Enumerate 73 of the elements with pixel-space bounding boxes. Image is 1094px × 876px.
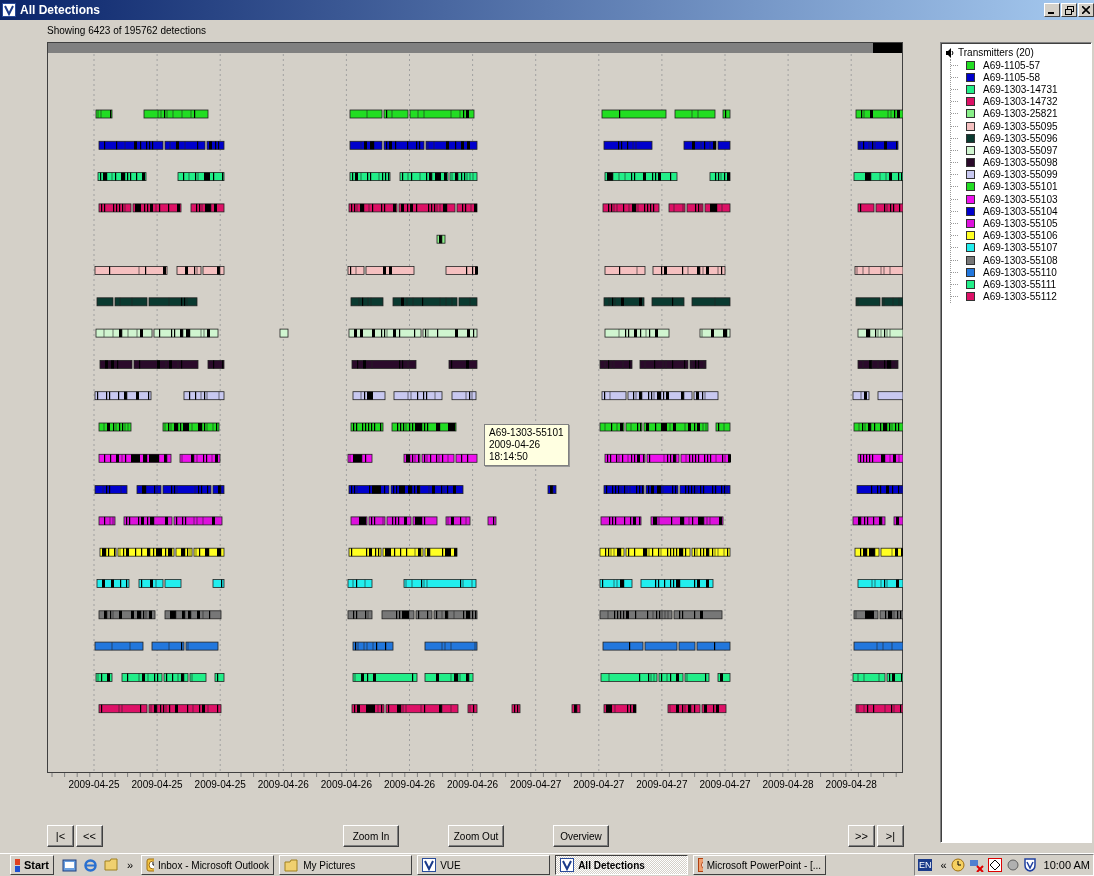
shield-icon[interactable] — [1023, 858, 1036, 872]
window-title: All Detections — [20, 3, 101, 17]
navigation-button[interactable]: >> — [848, 825, 875, 847]
navigation-button[interactable]: |< — [47, 825, 74, 847]
tree-item[interactable]: A69-1303-55110 — [983, 266, 1057, 278]
tree-item[interactable]: A69-1303-55097 — [983, 144, 1058, 156]
axis-label: 2009-04-26 — [257, 779, 309, 790]
axis-label: 2009-04-27 — [510, 779, 562, 790]
tree-item[interactable]: A69-1303-55112 — [983, 291, 1057, 303]
tree-item[interactable]: A69-1303-55095 — [983, 120, 1058, 132]
clock-time: 10:00 AM — [1043, 859, 1090, 871]
tree-item[interactable]: A69-1303-14731 — [983, 83, 1058, 95]
action-button[interactable]: Zoom Out — [448, 825, 504, 847]
tree-item[interactable]: A69-1303-55105 — [983, 218, 1058, 230]
tree-item[interactable]: A69-1105-58 — [983, 71, 1041, 83]
start-button[interactable]: Start — [10, 855, 54, 875]
tree-item[interactable]: A69-1303-55096 — [983, 132, 1058, 144]
app-logo-icon — [422, 858, 437, 872]
taskbar-button[interactable]: My Pictures — [279, 855, 413, 875]
tree-item[interactable]: A69-1303-55107 — [983, 242, 1058, 254]
tree-item[interactable]: A69-1303-55101 — [983, 181, 1058, 193]
tree-item[interactable]: A69-1303-55111 — [983, 278, 1057, 290]
tree-title[interactable]: Transmitters (20) — [958, 47, 1034, 58]
minimize-button[interactable] — [1044, 3, 1060, 17]
presentation-icon — [698, 858, 703, 872]
overflow-chevron[interactable]: » — [127, 859, 134, 871]
axis-label: 2009-04-25 — [194, 779, 246, 790]
axis-label: 2009-04-28 — [825, 779, 877, 790]
restore-icon — [1064, 5, 1074, 15]
app-logo-icon — [2, 3, 16, 17]
tree-item[interactable]: A69-1105-57 — [983, 59, 1041, 71]
taskbar-button[interactable]: All Detections — [555, 855, 689, 875]
flag-icon — [15, 858, 20, 872]
expand-tray[interactable]: « — [940, 859, 947, 871]
close-icon — [1082, 6, 1090, 14]
clock-icon — [146, 858, 154, 872]
diamond-icon[interactable] — [987, 858, 1002, 872]
close-button[interactable] — [1078, 3, 1094, 17]
tree-item[interactable]: A69-1303-55104 — [983, 205, 1058, 217]
axis-label: 2009-04-26 — [320, 779, 372, 790]
clock-icon[interactable] — [950, 858, 965, 872]
desktop-icon[interactable] — [62, 857, 77, 873]
action-button[interactable]: Overview — [553, 825, 609, 847]
axis-label: 2009-04-27 — [699, 779, 751, 790]
language-indicator[interactable]: EN — [917, 859, 933, 871]
tree-item[interactable]: A69-1303-55106 — [983, 230, 1058, 242]
axis-label: 2009-04-27 — [636, 779, 688, 790]
browser-icon[interactable] — [83, 857, 98, 873]
tooltip: A69-1303-55101 2009-04-26 18:14:50 — [484, 424, 569, 466]
tree-item[interactable]: A69-1303-55103 — [983, 193, 1058, 205]
axis-label: 2009-04-28 — [762, 779, 814, 790]
axis-label: 2009-04-26 — [447, 779, 499, 790]
tree-item[interactable]: A69-1303-55098 — [983, 157, 1058, 169]
axis-label: 2009-04-25 — [68, 779, 120, 790]
navigation-button[interactable]: >| — [877, 825, 904, 847]
tree-item[interactable]: A69-1303-25821 — [983, 108, 1058, 120]
action-button[interactable]: Zoom In — [343, 825, 399, 847]
detection-strip — [436, 234, 446, 244]
axis-label: 2009-04-26 — [383, 779, 436, 790]
app-logo-icon — [560, 858, 575, 872]
scroll-bar[interactable] — [48, 43, 902, 53]
taskbar-button[interactable]: Microsoft PowerPoint - [... — [693, 855, 827, 875]
restore-button[interactable] — [1061, 3, 1077, 17]
folder-icon — [284, 858, 300, 872]
taskbar-button[interactable]: VUE — [417, 855, 551, 875]
detections-count: Showing 6423 of 195762 detections — [47, 24, 207, 38]
taskbar-button[interactable]: Inbox - Microsoft Outlook — [141, 855, 275, 875]
tree-item[interactable]: A69-1303-14732 — [983, 96, 1058, 108]
axis-label: 2009-04-27 — [573, 779, 625, 790]
tree-item[interactable]: A69-1303-55099 — [983, 169, 1058, 181]
tree-item[interactable]: A69-1303-55108 — [983, 254, 1058, 266]
axis-label: 2009-04-25 — [131, 779, 183, 790]
navigation-button[interactable]: << — [76, 825, 103, 847]
